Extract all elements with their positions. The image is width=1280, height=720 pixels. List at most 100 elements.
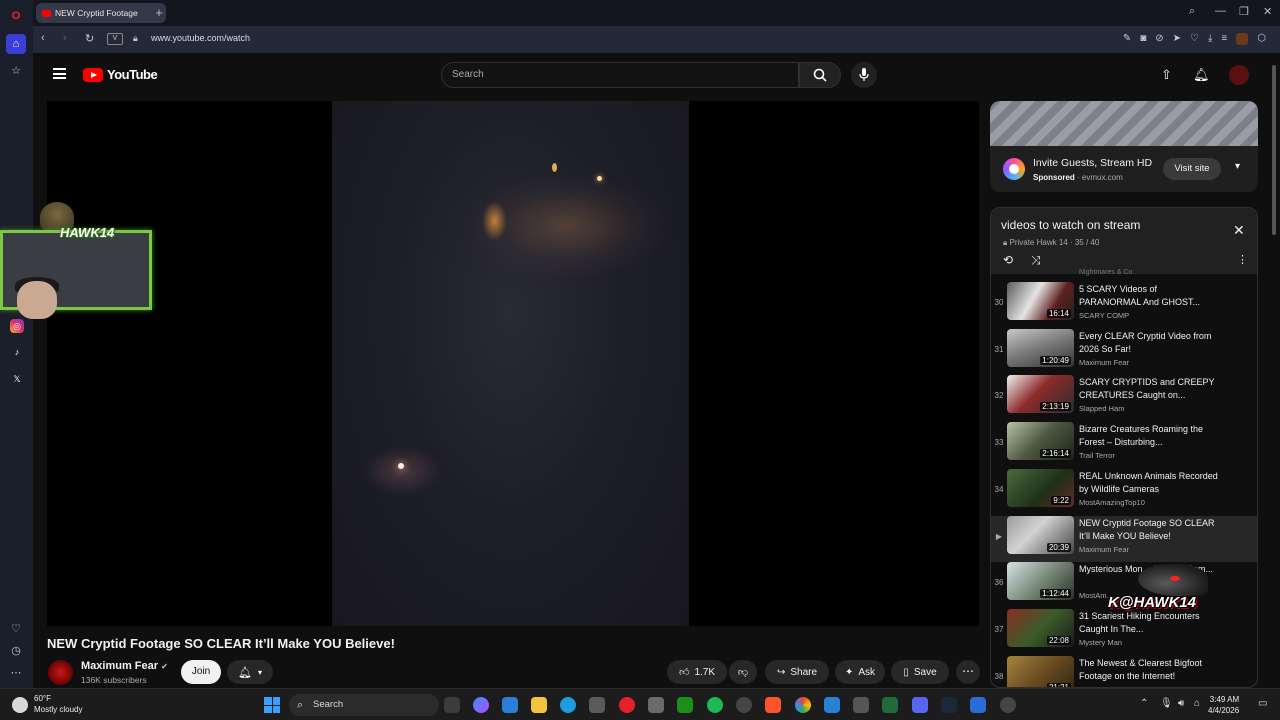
- start-button-icon[interactable]: [264, 697, 280, 713]
- playlist-item[interactable]: 31 1:20:49 Every CLEAR Cryptid Video from …: [991, 328, 1257, 375]
- visit-site-button[interactable]: Visit site: [1163, 158, 1221, 180]
- menu-icon[interactable]: ≡: [1221, 33, 1227, 45]
- page-scrollbar[interactable]: [1270, 60, 1278, 688]
- weather-widget[interactable]: 60°F Mostly cloudy: [12, 693, 82, 715]
- hamburger-menu-icon[interactable]: [53, 68, 66, 79]
- playlist-menu-icon[interactable]: ⋮: [1237, 253, 1248, 266]
- playlist-item-thumbnail[interactable]: 1:12:44: [1007, 562, 1074, 601]
- microphone-icon[interactable]: 🎙︎: [1160, 698, 1173, 709]
- playlist-item-thumbnail[interactable]: 2:16:14: [1007, 422, 1074, 461]
- star-icon[interactable]: ☆: [6, 60, 26, 80]
- back-icon[interactable]: ‹: [41, 32, 45, 44]
- playlist-item[interactable]: 38 21:21 The Newest & Clearest Bigfoot Foo…: [991, 655, 1257, 687]
- sponsored-ad[interactable]: Invite Guests, Stream HD Sponsored · evm…: [990, 101, 1258, 192]
- playlist-item-thumbnail[interactable]: 21:21: [1007, 655, 1074, 687]
- notifications-icon[interactable]: ▭: [1258, 698, 1267, 709]
- notifications-bell-icon[interactable]: 🔔︎: [1193, 67, 1210, 83]
- app-icon[interactable]: [970, 697, 986, 713]
- brave-icon[interactable]: [765, 697, 781, 713]
- playlist-item[interactable]: 34 9:22 REAL Unknown Animals Recorded by W…: [991, 468, 1257, 515]
- tray-chevron-icon[interactable]: ⌃: [1140, 698, 1148, 709]
- opera-logo-icon[interactable]: O: [6, 6, 26, 26]
- edit-icon[interactable]: ✎: [1123, 33, 1131, 45]
- chrome-icon[interactable]: [795, 697, 811, 713]
- voice-search-button[interactable]: [851, 62, 877, 88]
- more-icon[interactable]: ⋯: [6, 662, 26, 682]
- maximize-icon[interactable]: ❐: [1239, 5, 1249, 18]
- close-playlist-icon[interactable]: ✕: [1233, 222, 1245, 239]
- heart-icon[interactable]: ♡: [6, 618, 26, 638]
- playlist-item[interactable]: 33 2:16:14 Bizarre Creatures Roaming the F…: [991, 422, 1257, 468]
- playlist-item-title[interactable]: REAL Unknown Animals Recorded by Wildlif…: [1079, 470, 1219, 496]
- xbox-icon[interactable]: [677, 697, 693, 713]
- playlist-item-thumbnail[interactable]: 16:14: [1007, 282, 1074, 320]
- chevron-down-icon[interactable]: ▾: [1235, 161, 1240, 172]
- steam-icon[interactable]: [941, 697, 957, 713]
- browser-tab[interactable]: NEW Cryptid Footage: [36, 3, 166, 23]
- search-button[interactable]: [799, 62, 841, 88]
- minimize-icon[interactable]: —: [1215, 5, 1226, 17]
- playlist-item[interactable]: ▶ 20:39 NEW Cryptid Footage SO CLEAR It’ll…: [991, 515, 1257, 562]
- search-input[interactable]: Search: [441, 62, 799, 88]
- reload-icon[interactable]: ↻: [85, 32, 94, 45]
- system-clock[interactable]: 3:49 AM 4/4/2026: [1208, 694, 1239, 716]
- heart-icon[interactable]: ♡: [1190, 33, 1199, 45]
- history-icon[interactable]: ◷: [6, 640, 26, 660]
- playlist-title[interactable]: videos to watch on stream: [1001, 218, 1140, 232]
- playlist-item[interactable]: 32 2:13:19 SCARY CRYPTIDS and CREEPY CREAT…: [991, 375, 1257, 421]
- playlist-item-thumbnail[interactable]: 1:20:49: [1007, 328, 1074, 367]
- send-icon[interactable]: ➤: [1173, 33, 1181, 45]
- playlist-item-thumbnail[interactable]: 9:22: [1007, 468, 1074, 507]
- copilot-icon[interactable]: [473, 697, 489, 713]
- more-actions-icon[interactable]: ⋯: [956, 660, 980, 684]
- profile-icon[interactable]: [1236, 33, 1249, 45]
- spotify-icon[interactable]: [707, 697, 723, 713]
- like-button[interactable]: 👍︎ 1.7K: [667, 660, 727, 684]
- file-explorer-icon[interactable]: [531, 697, 547, 713]
- url-field[interactable]: www.youtube.com/watch: [151, 33, 250, 43]
- account-avatar[interactable]: [1229, 65, 1249, 85]
- channel-name[interactable]: Maximum Fear ✔: [81, 660, 168, 672]
- playlist-item-title[interactable]: NEW Cryptid Footage SO CLEAR It’ll Make …: [1079, 517, 1219, 543]
- home-icon[interactable]: ⌂: [6, 34, 26, 54]
- widgets-icon[interactable]: [502, 697, 518, 713]
- playlist-item[interactable]: 30 16:14 5 SCARY Videos of PARANORMAL And …: [991, 282, 1257, 328]
- store-icon[interactable]: [589, 697, 605, 713]
- obs-icon[interactable]: [736, 697, 752, 713]
- scrollbar-thumb[interactable]: [1272, 65, 1276, 235]
- shield-icon[interactable]: ⊘: [1155, 33, 1163, 45]
- search-tabs-icon[interactable]: ⌕: [1189, 5, 1195, 18]
- new-tab-button[interactable]: +: [151, 5, 167, 21]
- playlist-item-title[interactable]: 5 SCARY Videos of PARANORMAL And GHOST..…: [1079, 283, 1219, 309]
- excel-icon[interactable]: [882, 697, 898, 713]
- close-window-icon[interactable]: ✕: [1263, 5, 1272, 18]
- loop-icon[interactable]: ⟲: [1003, 253, 1013, 267]
- taskbar-search[interactable]: Search: [289, 694, 439, 716]
- app-icon[interactable]: [648, 697, 664, 713]
- playlist-item-thumbnail[interactable]: 2:13:19: [1007, 375, 1074, 414]
- playlist-item-thumbnail[interactable]: 20:39: [1007, 515, 1074, 554]
- upload-icon[interactable]: ⇧: [1161, 67, 1172, 83]
- save-button[interactable]: ▯ Save: [891, 660, 949, 684]
- channel-avatar[interactable]: [48, 660, 73, 685]
- volume-icon[interactable]: 🔊︎: [1178, 698, 1184, 709]
- opera-icon[interactable]: [619, 697, 635, 713]
- app-icon[interactable]: [1000, 697, 1016, 713]
- playlist-item-title[interactable]: SCARY CRYPTIDS and CREEPY CREATURES Caug…: [1079, 376, 1219, 402]
- shuffle-icon[interactable]: ⤨: [1031, 253, 1041, 268]
- join-button[interactable]: Join: [181, 660, 221, 684]
- download-icon[interactable]: ⤓: [1208, 33, 1212, 45]
- play-icon[interactable]: [824, 697, 840, 713]
- playlist-item-title[interactable]: Every CLEAR Cryptid Video from 2026 So F…: [1079, 330, 1219, 356]
- extension-icon[interactable]: ⬡: [1257, 33, 1266, 45]
- discord-icon[interactable]: [912, 697, 928, 713]
- dislike-button[interactable]: 👎︎: [729, 660, 757, 684]
- forward-icon[interactable]: ›: [63, 32, 67, 44]
- camera-icon[interactable]: ◙: [1140, 33, 1146, 45]
- subscription-bell-button[interactable]: 🔔︎ ▾: [227, 660, 273, 684]
- edge-icon[interactable]: [560, 697, 576, 713]
- playlist-item-title[interactable]: Bizarre Creatures Roaming the Forest – D…: [1079, 423, 1219, 449]
- youtube-logo[interactable]: YouTube: [83, 67, 158, 82]
- network-icon[interactable]: ⌂: [1194, 698, 1200, 709]
- playlist-item-title[interactable]: The Newest & Clearest Bigfoot Footage on…: [1079, 657, 1219, 683]
